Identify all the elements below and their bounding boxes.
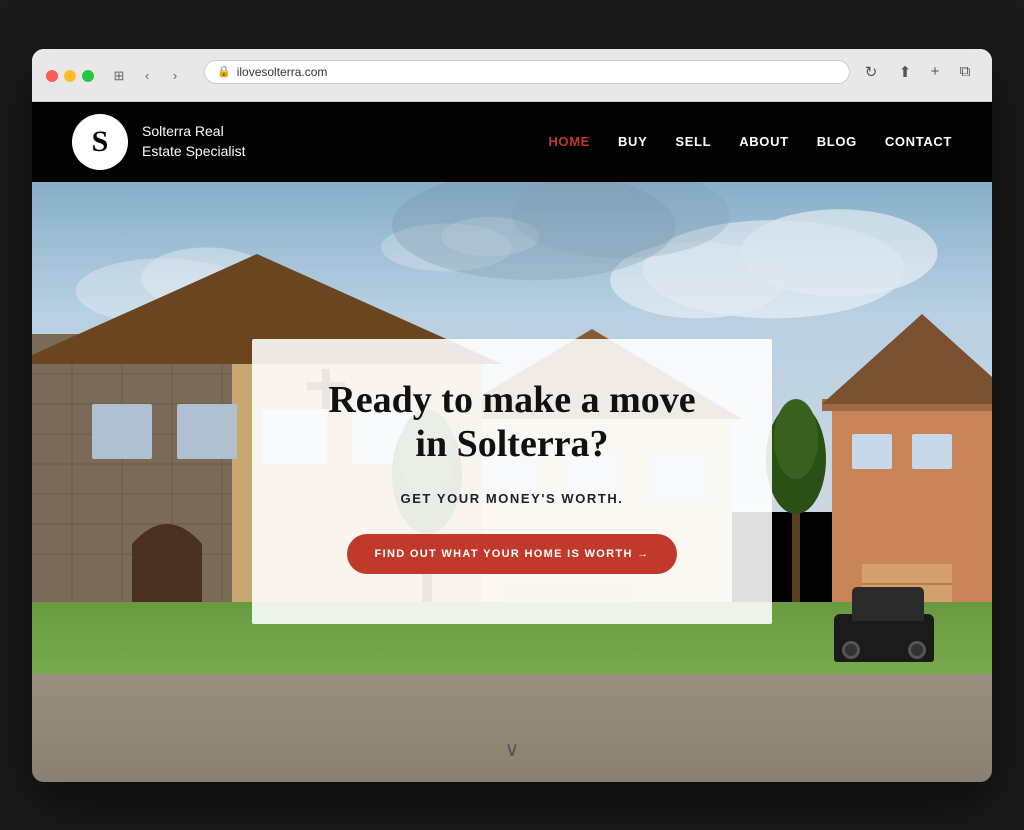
road [32, 674, 992, 782]
new-tab-button[interactable]: + [922, 59, 948, 85]
close-button[interactable] [46, 70, 58, 82]
reload-button[interactable]: ↻ [858, 59, 884, 85]
browser-controls: ⊞ ‹ › [108, 65, 186, 87]
nav-links: HOME BUY SELL ABOUT BLOG CONTACT [548, 133, 952, 151]
forward-button[interactable]: › [164, 65, 186, 87]
browser-chrome: ⊞ ‹ › 🔒 ilovesolterra.com ↻ ⬆ + ⧉ [32, 49, 992, 102]
car [834, 614, 934, 662]
url-text: ilovesolterra.com [237, 65, 328, 79]
traffic-lights [46, 70, 94, 82]
website-content: S Solterra Real Estate Specialist HOME B… [32, 102, 992, 782]
scroll-indicator[interactable]: ∨ [505, 737, 520, 762]
browser-window: ⊞ ‹ › 🔒 ilovesolterra.com ↻ ⬆ + ⧉ [32, 49, 992, 782]
logo-letter: S [92, 125, 109, 159]
hero-subtitle: GET YOUR MONEY'S WORTH. [312, 491, 712, 506]
back-button[interactable]: ‹ [136, 65, 158, 87]
nav-contact[interactable]: CONTACT [885, 134, 952, 149]
nav-home[interactable]: HOME [548, 134, 590, 149]
nav-blog[interactable]: BLOG [817, 134, 857, 149]
tabs-button[interactable]: ⧉ [952, 59, 978, 85]
lock-icon: 🔒 [217, 65, 231, 78]
minimize-button[interactable] [64, 70, 76, 82]
navigation: S Solterra Real Estate Specialist HOME B… [32, 102, 992, 182]
nav-sell[interactable]: SELL [675, 134, 711, 149]
browser-action-buttons: ⬆ + ⧉ [892, 59, 978, 85]
address-bar[interactable]: 🔒 ilovesolterra.com [204, 60, 850, 84]
hero-cta-button[interactable]: FIND OUT WHAT YOUR HOME IS WORTH → [347, 534, 678, 574]
hero-section: Ready to make a move in Solterra? GET YO… [32, 182, 992, 782]
share-button[interactable]: ⬆ [892, 59, 918, 85]
sidebar-toggle-button[interactable]: ⊞ [108, 65, 130, 87]
logo-link[interactable]: S Solterra Real Estate Specialist [72, 114, 246, 170]
logo-circle: S [72, 114, 128, 170]
hero-overlay: Ready to make a move in Solterra? GET YO… [252, 339, 772, 623]
maximize-button[interactable] [82, 70, 94, 82]
nav-buy[interactable]: BUY [618, 134, 647, 149]
nav-about[interactable]: ABOUT [739, 134, 788, 149]
hero-title: Ready to make a move in Solterra? [312, 379, 712, 466]
logo-text: Solterra Real Estate Specialist [142, 122, 246, 161]
